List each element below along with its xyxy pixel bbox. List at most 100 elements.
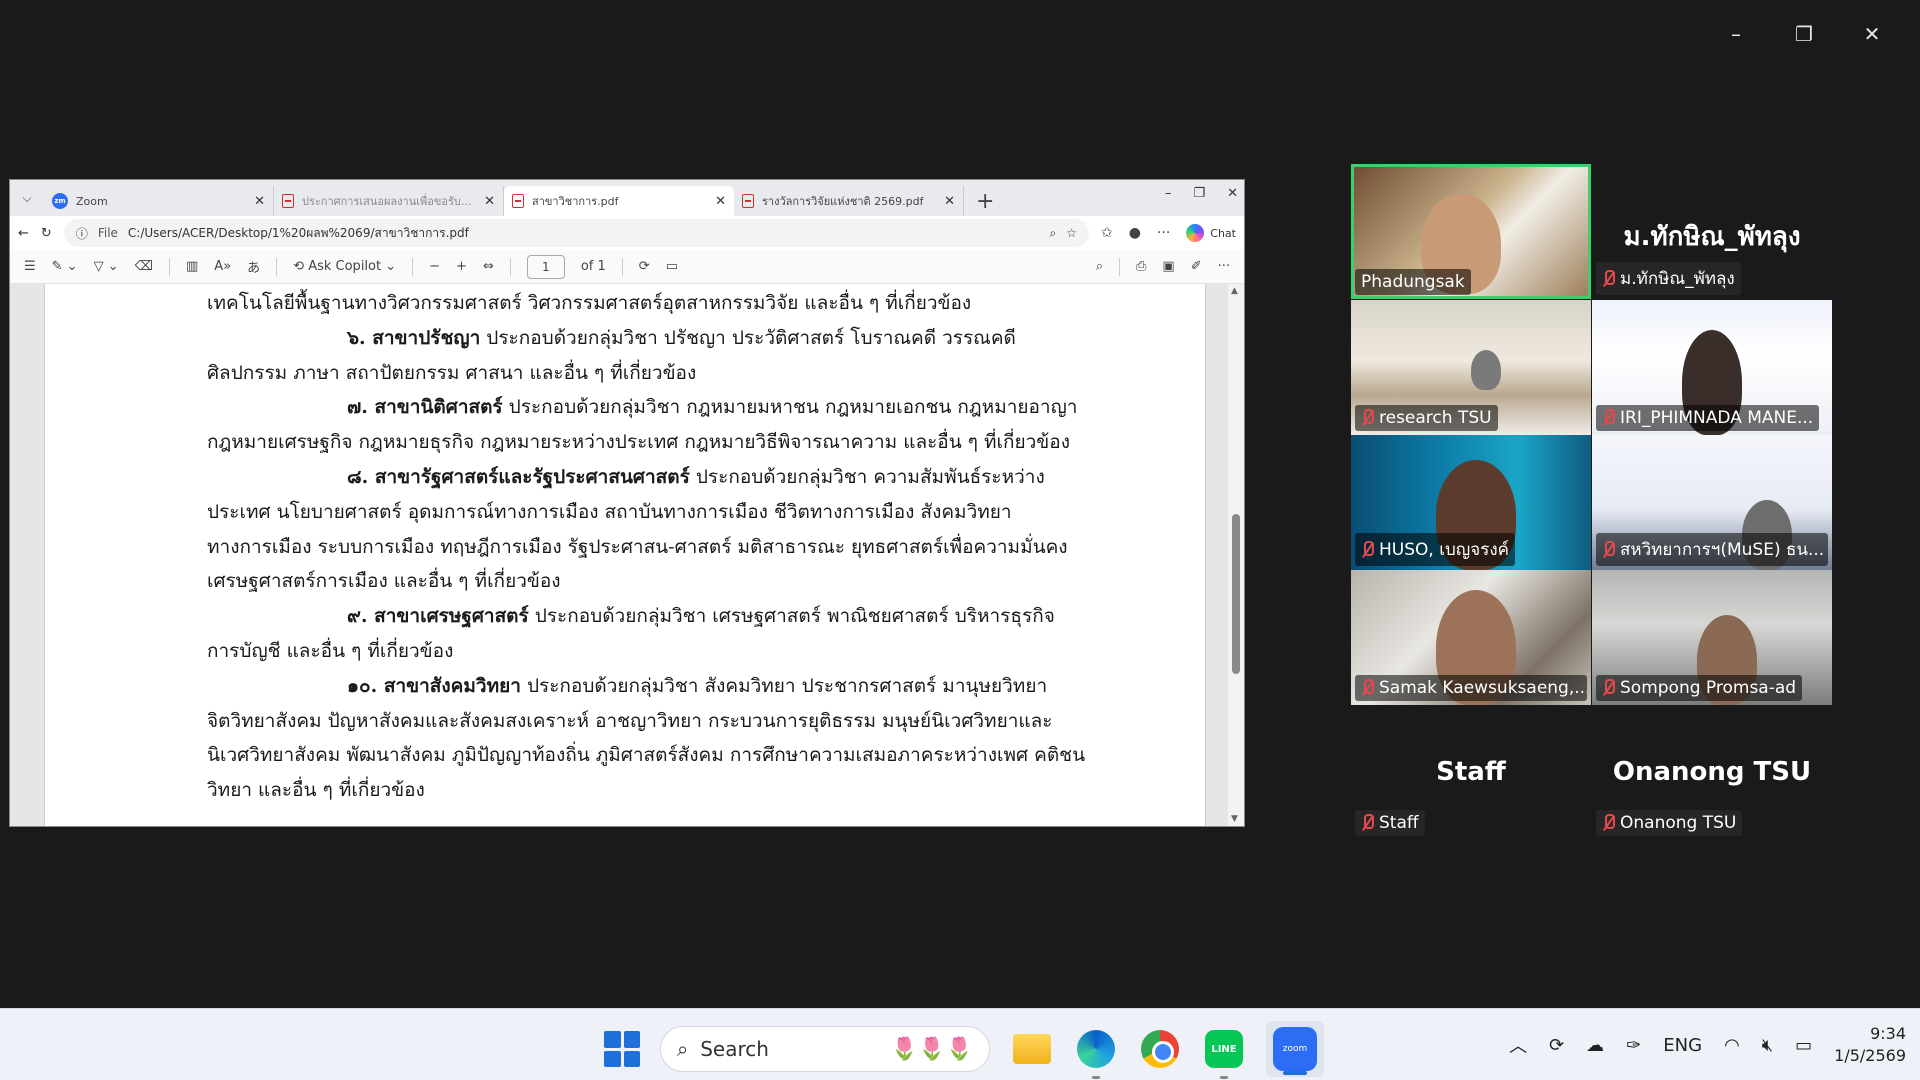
- save-icon[interactable]: ▣: [1162, 259, 1174, 274]
- favorite-star-icon[interactable]: ☆: [1066, 226, 1077, 240]
- page-view-icon[interactable]: ▥: [186, 259, 198, 274]
- participant-tile[interactable]: IRI_PHIMNADA MANE...: [1592, 300, 1832, 435]
- ask-copilot-button[interactable]: ⟲ Ask Copilot ⌄: [293, 259, 396, 274]
- more-icon[interactable]: ···: [1157, 225, 1170, 241]
- read-aloud-icon[interactable]: A»: [214, 259, 231, 274]
- scroll-up-icon[interactable]: ▲: [1231, 286, 1238, 296]
- contents-icon[interactable]: ☰: [24, 259, 36, 274]
- participant-tile[interactable]: ม.ทักษิณ_พัทลุง ม.ทักษิณ_พัทลุง: [1592, 164, 1832, 299]
- system-tray: ︿ ⟳ ☁ ✑ ENG ◠ 🔇︎ ▭ 9:34 1/5/2569: [1509, 1009, 1906, 1080]
- participant-tile[interactable]: HUSO, เบญจรงค์: [1351, 435, 1591, 570]
- close-tab-icon[interactable]: ✕: [944, 194, 955, 209]
- tab-academic-fields-pdf[interactable]: สาขาวิชาการ.pdf ✕: [504, 186, 734, 216]
- muted-mic-icon: [1361, 814, 1374, 832]
- tab-announcement-pdf[interactable]: ประกาศการเสนอผลงานเพื่อขอรับรางวัล ✕: [274, 186, 504, 216]
- chevron-up-icon[interactable]: ︿: [1509, 1032, 1527, 1058]
- back-icon[interactable]: ←: [18, 226, 29, 241]
- favorites-icon[interactable]: ✩: [1101, 225, 1113, 241]
- pdf-more-icon[interactable]: ···: [1218, 259, 1230, 274]
- tab-label: สาขาวิชาการ.pdf: [532, 195, 619, 208]
- line-app[interactable]: LINE: [1202, 1027, 1246, 1079]
- browser-minimize-icon[interactable]: –: [1165, 186, 1172, 201]
- zoom-in-button[interactable]: +: [456, 259, 467, 274]
- sync-icon[interactable]: ⟳: [1549, 1035, 1564, 1056]
- two-page-icon[interactable]: ▭: [666, 259, 678, 274]
- battery-icon[interactable]: ▭: [1795, 1035, 1812, 1056]
- new-tab-button[interactable]: +: [976, 186, 994, 216]
- close-tab-icon[interactable]: ✕: [484, 194, 495, 209]
- windows-start-button[interactable]: [604, 1031, 640, 1067]
- copilot-chat-button[interactable]: Chat: [1186, 224, 1236, 242]
- url-text[interactable]: C:/Users/ACER/Desktop/1%20ผลพ%2069/สาขาว…: [128, 224, 469, 243]
- refresh-icon[interactable]: ↻: [41, 226, 52, 241]
- edge-app[interactable]: [1074, 1027, 1118, 1079]
- document-line: กฎหมายเศรษฐกิจ กฎหมายธุรกิจ กฎหมายระหว่า…: [207, 425, 1087, 460]
- erase-icon[interactable]: ⌫: [135, 259, 153, 274]
- participant-tile[interactable]: Staff Staff: [1351, 705, 1591, 840]
- chrome-icon: [1141, 1030, 1179, 1068]
- muted-mic-icon: [1361, 679, 1374, 697]
- draw-icon[interactable]: ▽ ⌄: [94, 259, 119, 274]
- participant-display-name: Onanong TSU: [1612, 757, 1812, 787]
- print-icon[interactable]: ⎙: [1136, 259, 1146, 274]
- find-icon[interactable]: ⌕: [1096, 259, 1103, 274]
- chrome-app[interactable]: [1138, 1027, 1182, 1071]
- restore-button[interactable]: ❐: [1770, 14, 1838, 54]
- minimize-button[interactable]: –: [1702, 14, 1770, 54]
- close-tab-icon[interactable]: ✕: [715, 194, 726, 209]
- zoom-app[interactable]: zoom: [1266, 1021, 1324, 1077]
- clock[interactable]: 9:34 1/5/2569: [1834, 1023, 1906, 1067]
- scrollbar-thumb[interactable]: [1232, 514, 1240, 674]
- fit-page-icon[interactable]: ⇔: [483, 259, 494, 274]
- rotate-icon[interactable]: ⟳: [639, 259, 650, 274]
- copilot-icon: [1186, 224, 1205, 242]
- tab-list-dropdown[interactable]: ⌵: [10, 180, 44, 216]
- participant-display-name: Staff: [1436, 757, 1506, 787]
- line-text: ศิลปกรรม ภาษา สถาปัตยกรรม ศาสนา และอื่น …: [207, 361, 697, 384]
- close-tab-icon[interactable]: ✕: [254, 194, 265, 209]
- document-line: จิตวิทยาสังคม ปัญหาสังคมและสังคมสงเคราะห…: [207, 704, 1087, 739]
- translate-icon[interactable]: あ: [247, 257, 260, 276]
- tab-national-research-award-pdf[interactable]: รางวัลการวิจัยแห่งชาติ 2569.pdf ✕: [734, 186, 964, 216]
- participant-tile[interactable]: Sompong Promsa-ad: [1592, 570, 1832, 705]
- volume-muted-icon[interactable]: 🔇︎: [1762, 1035, 1773, 1056]
- document-line: เทคโนโลยีพื้นฐานทางวิศวกรรมศาสตร์ วิศวกร…: [207, 286, 1087, 321]
- page-number-input[interactable]: 1: [526, 254, 565, 279]
- pdf-viewer[interactable]: เทคโนโลยีพื้นฐานทางวิศวกรรมศาสตร์ วิศวกร…: [10, 284, 1244, 826]
- zoom-page-icon[interactable]: ⌕: [1049, 226, 1056, 241]
- participant-tile[interactable]: research TSU: [1351, 300, 1591, 435]
- file-explorer-app[interactable]: [1010, 1027, 1054, 1071]
- document-line: เศรษฐศาสตร์การเมือง และอื่น ๆ ที่เกี่ยวข…: [207, 564, 1087, 599]
- line-text: ทางการเมือง ระบบการเมือง ทฤษฎีการเมือง ร…: [207, 535, 1068, 558]
- line-text: กฎหมายเศรษฐกิจ กฎหมายธุรกิจ กฎหมายระหว่า…: [207, 431, 1070, 454]
- wifi-icon[interactable]: ◠: [1724, 1035, 1740, 1056]
- zoom-logo-icon: zm: [52, 193, 68, 209]
- pdf-toolbar: ☰ ✎ ⌄ ▽ ⌄ ⌫ ▥ A» あ ⟲ Ask Copilot ⌄ − + ⇔…: [10, 250, 1244, 284]
- highlight-icon[interactable]: ✎ ⌄: [52, 259, 78, 274]
- save-as-icon[interactable]: ✐: [1191, 259, 1202, 274]
- line-text: การบัญชี และอื่น ๆ ที่เกี่ยวข้อง: [207, 639, 454, 662]
- tab-zoom[interactable]: zm Zoom ✕: [44, 186, 274, 216]
- participant-tile[interactable]: Onanong TSU Onanong TSU: [1592, 705, 1832, 840]
- scroll-down-icon[interactable]: ▼: [1231, 814, 1238, 824]
- document-line: ศิลปกรรม ภาษา สถาปัตยกรรม ศาสนา และอื่น …: [207, 356, 1087, 391]
- participant-tile[interactable]: Samak Kaewsuksaeng,...: [1351, 570, 1591, 705]
- taskbar-search[interactable]: ⌕ Search 🌷🌷🌷: [660, 1026, 990, 1072]
- cloud-off-icon[interactable]: ☁: [1586, 1035, 1604, 1056]
- participant-tile[interactable]: Phadungsak: [1351, 164, 1591, 299]
- close-button[interactable]: ✕: [1838, 14, 1906, 54]
- language-indicator[interactable]: ENG: [1663, 1035, 1702, 1056]
- document-line: ๑๐. สาขาสังคมวิทยา ประกอบด้วยกลุ่มวิชา ส…: [207, 669, 1087, 704]
- line-text: เทคโนโลยีพื้นฐานทางวิศวกรรมศาสตร์ วิศวกร…: [207, 292, 972, 314]
- profile-icon[interactable]: ●: [1129, 225, 1141, 241]
- scrollbar[interactable]: ▲ ▼: [1228, 284, 1244, 826]
- address-bar[interactable]: ⓘ File C:/Users/ACER/Desktop/1%20ผลพ%206…: [63, 219, 1089, 247]
- browser-restore-icon[interactable]: ❐: [1193, 186, 1205, 201]
- participant-tile[interactable]: สหวิทยาการฯ(MuSE) ธน...: [1592, 435, 1832, 570]
- tab-label: ประกาศการเสนอผลงานเพื่อขอรับรางวัล: [302, 195, 477, 208]
- pen-mic-icon[interactable]: ✑: [1626, 1035, 1641, 1056]
- browser-close-icon[interactable]: ✕: [1227, 186, 1238, 201]
- muted-mic-icon: [1602, 540, 1615, 559]
- participant-name-tag: สหวิทยาการฯ(MuSE) ธน...: [1596, 533, 1828, 566]
- zoom-out-button[interactable]: −: [429, 259, 440, 274]
